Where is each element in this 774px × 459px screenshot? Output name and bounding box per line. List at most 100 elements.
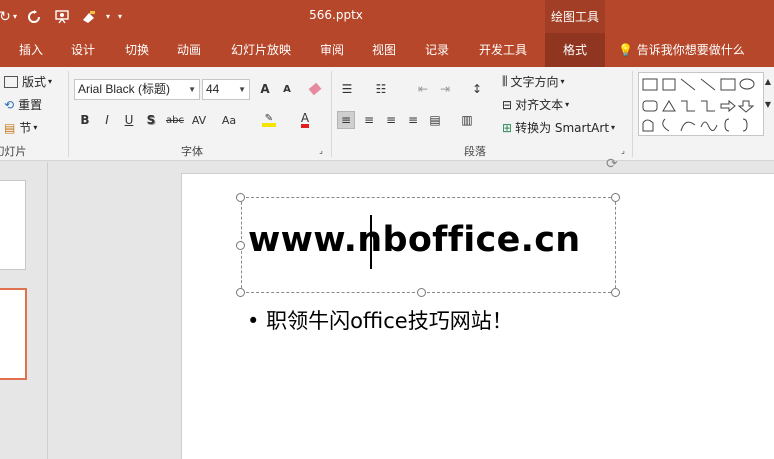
- resize-handle[interactable]: [236, 193, 245, 202]
- rotate-handle-icon[interactable]: ⟳: [606, 156, 624, 174]
- layout-label: 版式: [22, 75, 47, 89]
- reset-icon: ⟲: [4, 97, 15, 112]
- text-direction-icon: ⫼: [502, 74, 508, 88]
- bullet-glyph: •: [247, 309, 260, 333]
- resize-handle[interactable]: [611, 193, 620, 202]
- slide-body-bullet[interactable]: • 职领牛闪office技巧网站！: [247, 305, 513, 335]
- quick-access-toolbar: ↻ ▾ ▾ ▾: [0, 0, 126, 33]
- shadow-button[interactable]: S: [142, 111, 160, 129]
- paragraph-group-label: 段落: [464, 145, 486, 158]
- slide-thumbnail[interactable]: [0, 180, 26, 270]
- contextual-tool-label: 绘图工具: [545, 0, 605, 33]
- decrease-indent-button[interactable]: ⇤: [414, 80, 432, 98]
- chevron-down-icon: ▾: [33, 123, 38, 132]
- smartart-icon: ⊞: [502, 120, 513, 135]
- chevron-down-icon: ▾: [611, 123, 616, 132]
- slide-thumbnail-selected[interactable]: [0, 288, 27, 380]
- paragraph-dialog-launcher-icon[interactable]: ⌟: [618, 145, 628, 155]
- highlighter-icon: ✎: [262, 113, 276, 127]
- redo-icon[interactable]: ↻: [0, 0, 11, 33]
- ribbon-tabs: 插入 设计 切换 动画 幻灯片放映 审阅 视图 记录 开发工具 格式 💡 告诉我…: [0, 33, 774, 67]
- strikethrough-button[interactable]: abc: [164, 111, 186, 129]
- clear-format-button[interactable]: [306, 80, 324, 98]
- resize-handle[interactable]: [236, 288, 245, 297]
- italic-button[interactable]: I: [98, 111, 116, 129]
- chevron-down-icon: ▼: [188, 85, 196, 94]
- tab-review[interactable]: 审阅: [310, 33, 354, 67]
- slides-group-label: 幻灯片: [0, 145, 27, 158]
- section-button[interactable]: ▤ 节 ▾: [4, 119, 37, 136]
- align-right-button[interactable]: ≡: [382, 111, 400, 129]
- tab-animations[interactable]: 动画: [166, 33, 212, 67]
- font-color-button[interactable]: A: [296, 111, 314, 129]
- tab-format[interactable]: 格式: [545, 33, 605, 67]
- ribbon: 版式 ▾ ⟲ 重置 ▤ 节 ▾ 幻灯片 Arial Black (标题) ▼ 4…: [0, 67, 774, 161]
- numbering-button[interactable]: ☷: [372, 80, 390, 98]
- tell-me-text: 告诉我你想要做什么: [636, 43, 745, 57]
- font-size-value: 44: [206, 82, 220, 96]
- align-center-button[interactable]: ≡: [360, 111, 378, 129]
- increase-indent-button[interactable]: ⇥: [436, 80, 454, 98]
- font-name-select[interactable]: Arial Black (标题) ▼: [74, 79, 200, 100]
- font-group-label: 字体: [181, 145, 203, 158]
- section-label: 节: [19, 121, 32, 135]
- shapes-gallery-icons: [642, 78, 755, 132]
- dropdown-icon[interactable]: ▾: [10, 0, 20, 33]
- distributed-button[interactable]: ▤: [426, 111, 444, 129]
- tab-developer[interactable]: 开发工具: [470, 33, 536, 67]
- align-text-icon: ⊟: [502, 97, 513, 112]
- reset-label: 重置: [18, 98, 43, 112]
- align-text-button[interactable]: ⊟ 对齐文本 ▾: [502, 96, 569, 113]
- grow-font-button[interactable]: A: [256, 80, 274, 98]
- align-left-button[interactable]: ≡: [337, 111, 355, 129]
- font-color-glyph: A: [300, 112, 310, 128]
- tab-slideshow[interactable]: 幻灯片放映: [224, 33, 298, 67]
- tab-transitions[interactable]: 切换: [114, 33, 160, 67]
- slide-thumbnail-pane[interactable]: [0, 162, 48, 459]
- dropdown-icon[interactable]: ▾: [102, 0, 114, 33]
- gallery-scroll-down-icon[interactable]: ▼: [762, 95, 774, 113]
- text-direction-button[interactable]: ⫼ 文字方向 ▾: [502, 73, 565, 90]
- text-direction-label: 文字方向: [510, 75, 559, 89]
- shapes-gallery[interactable]: [638, 72, 764, 136]
- resize-handle[interactable]: [417, 288, 426, 297]
- tell-me-search[interactable]: 💡 告诉我你想要做什么: [618, 33, 745, 67]
- underline-button[interactable]: U: [120, 111, 138, 129]
- chevron-down-icon: ▾: [565, 100, 570, 109]
- line-spacing-button[interactable]: ↕: [468, 80, 486, 98]
- text-cursor: [370, 215, 372, 269]
- highlight-button[interactable]: ✎: [260, 111, 278, 129]
- tab-design[interactable]: 设计: [60, 33, 106, 67]
- font-name-value: Arial Black (标题): [78, 82, 171, 96]
- group-divider: [632, 71, 633, 157]
- tab-insert[interactable]: 插入: [8, 33, 54, 67]
- slide-title[interactable]: www.nboffice.cn: [248, 220, 580, 260]
- group-divider: [68, 71, 69, 157]
- layout-button[interactable]: 版式 ▾: [4, 73, 52, 90]
- convert-smartart-button[interactable]: ⊞ 转换为 SmartArt ▾: [502, 119, 615, 136]
- columns-button[interactable]: ▥: [458, 111, 476, 129]
- change-case-button[interactable]: Aa: [218, 111, 240, 129]
- resize-handle[interactable]: [236, 241, 245, 250]
- eraser-icon: [308, 82, 322, 96]
- presentation-icon[interactable]: [48, 0, 76, 33]
- bullets-button[interactable]: ☰: [338, 80, 356, 98]
- shrink-font-button[interactable]: A: [278, 80, 296, 98]
- reset-button[interactable]: ⟲ 重置: [4, 96, 42, 113]
- group-divider: [331, 71, 332, 157]
- format-painter-icon[interactable]: [76, 0, 102, 33]
- character-spacing-button[interactable]: AV: [188, 111, 210, 129]
- font-size-select[interactable]: 44 ▼: [202, 79, 250, 100]
- gallery-scroll-up-icon[interactable]: ▲: [762, 72, 774, 90]
- bold-button[interactable]: B: [76, 111, 94, 129]
- layout-icon: [4, 75, 18, 88]
- resize-handle[interactable]: [611, 288, 620, 297]
- tab-record[interactable]: 记录: [415, 33, 459, 67]
- font-dialog-launcher-icon[interactable]: ⌟: [316, 145, 326, 155]
- tab-view[interactable]: 视图: [362, 33, 406, 67]
- justify-button[interactable]: ≡: [404, 111, 422, 129]
- refresh-icon[interactable]: [20, 0, 48, 33]
- document-title: 566.pptx: [309, 8, 363, 22]
- chevron-down-icon: ▾: [560, 77, 565, 86]
- customize-qat-icon[interactable]: ▾: [114, 0, 126, 33]
